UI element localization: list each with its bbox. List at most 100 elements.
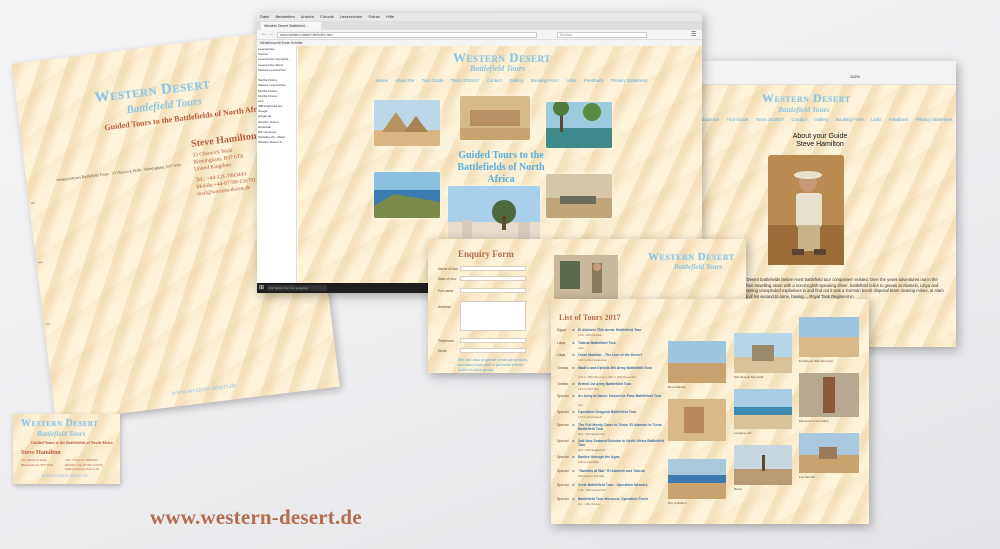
nav-gallery[interactable]: Gallery <box>509 78 523 83</box>
about-nav: About Me Tour Guide Tours 2016/17 Contac… <box>700 117 956 122</box>
guide-photo <box>768 155 844 265</box>
nav-contact[interactable]: Contact <box>791 117 807 122</box>
enquiry-brand-subtitle: Battlefield Tours <box>674 263 723 271</box>
tours-list-page: List of Tours 2017 Egypt ► El Alamein 75t… <box>551 299 869 524</box>
zoom-level[interactable]: 110% <box>850 74 860 79</box>
nav-tours[interactable]: Tours 2016/17 <box>756 117 785 122</box>
gallery-photo[interactable] <box>799 373 859 417</box>
nav-privacy[interactable]: Privacy Statement <box>916 117 953 122</box>
menu-hilfe[interactable]: Hilfe <box>386 14 394 19</box>
arrow-icon: ► <box>572 497 576 501</box>
nav-booking[interactable]: Booking Form <box>531 78 559 83</box>
menu-datei[interactable]: Datei <box>260 14 269 19</box>
tab-bar: Western Desert Battlefield... <box>257 21 702 30</box>
label-address: Address <box>438 305 451 309</box>
menu-ansicht[interactable]: Ansicht <box>301 14 314 19</box>
website-caption: www.western-desert.de <box>150 505 362 529</box>
arrow-icon: ► <box>572 439 576 443</box>
tour-name-field[interactable] <box>460 266 526 271</box>
tab-western-desert[interactable]: Western Desert Battlefield... <box>261 22 321 30</box>
nav-tour-guide[interactable]: Tour Guide <box>726 117 748 122</box>
menu-bearbeiten[interactable]: Bearbeiten <box>275 14 294 19</box>
pyramids-photo[interactable] <box>374 100 440 146</box>
bookmark-sidebar: Lesezeichen Suchen Lesezeichen-Symbolle.… <box>257 46 297 283</box>
label-full-name: Full name <box>438 289 454 293</box>
menu-icon[interactable]: ☰ <box>691 31 696 38</box>
nav-about-me[interactable]: About Me <box>700 117 719 122</box>
nav-privacy[interactable]: Privacy Statement <box>611 78 648 83</box>
home-brand-subtitle: Battlefield Tours <box>470 64 526 73</box>
menu-extras[interactable]: Extras <box>368 14 379 19</box>
full-name-field[interactable] <box>460 288 526 293</box>
address-bar[interactable]: www.western-desert.de/index.htm <box>277 32 537 38</box>
oasis-photo[interactable] <box>546 102 612 148</box>
taskbar-search[interactable]: Zur Suche Text hier eingeben <box>267 285 327 291</box>
gallery-caption: Memorial to the Fallen <box>799 419 829 423</box>
home-heading: Guided Tours to the Battlefields of Nort… <box>457 150 545 185</box>
gallery-caption: Longstop Hill <box>734 431 752 435</box>
nav-links[interactable]: Links <box>566 78 577 83</box>
guide-at-memorial-photo <box>554 255 618 301</box>
arrow-icon: ► <box>572 423 576 427</box>
search-input[interactable]: Suchen <box>557 32 647 38</box>
gallery-photo[interactable] <box>734 389 792 429</box>
coast-photo[interactable] <box>374 172 440 218</box>
card-subtitle: Battlefield Tours <box>37 430 86 438</box>
home-nav: Home About Me Tour Guide Tours 2016/17 C… <box>376 78 653 83</box>
arrow-icon: ► <box>572 410 576 414</box>
gallery-photo[interactable] <box>734 333 792 373</box>
label-tour-name: Name of tour <box>438 267 459 271</box>
arrow-icon: ► <box>572 341 576 345</box>
label-email: Email <box>438 349 447 353</box>
arrow-icon: ► <box>572 455 576 459</box>
fort-photo[interactable] <box>460 96 530 140</box>
nav-links[interactable]: Links <box>871 117 882 122</box>
about-brand-title: Western Desert <box>762 91 851 105</box>
tank-photo[interactable] <box>546 174 612 218</box>
card-tagline: Guided Tours to the Battlefields of Nort… <box>31 440 113 445</box>
fold-marks <box>12 29 296 325</box>
email-field[interactable] <box>460 348 526 353</box>
card-website: www.western-desert.de <box>41 474 88 479</box>
back-icon[interactable]: ← <box>261 31 267 37</box>
menu-chronik[interactable]: Chronik <box>320 14 334 19</box>
gallery-photo[interactable] <box>734 445 792 485</box>
arrow-icon: ► <box>572 366 576 370</box>
nav-contact[interactable]: Contact <box>486 78 502 83</box>
gallery-photo[interactable] <box>668 399 726 441</box>
nav-booking[interactable]: Booking Form <box>836 117 864 122</box>
letterhead-website: www.western-desert.de <box>170 381 237 398</box>
nav-about-me[interactable]: About Me <box>395 78 414 83</box>
nav-home[interactable]: Home <box>376 78 388 83</box>
menu-bar: Datei Bearbeiten Ansicht Chronik Lesezei… <box>257 13 702 21</box>
nav-tours[interactable]: Tours 2016/17 <box>451 78 480 83</box>
card-address: 33 Chiswick Walk Birmingham, B37 6TA <box>21 458 54 467</box>
menu-lesezeichen[interactable]: Lesezeichen <box>340 14 362 19</box>
card-title: Western Desert <box>21 418 99 429</box>
enquiry-note: We can also organise small party tours, … <box>458 357 528 372</box>
arrow-icon: ► <box>572 483 576 487</box>
gallery-photo[interactable] <box>799 433 859 473</box>
tour-date-field[interactable] <box>460 276 526 281</box>
enquiry-brand-title: Western Desert <box>648 251 735 263</box>
nav-feedback[interactable]: Feedback <box>889 117 909 122</box>
gallery-photo[interactable] <box>799 317 859 357</box>
gallery-photo[interactable] <box>668 341 726 383</box>
forward-icon[interactable]: → <box>268 31 274 37</box>
nav-feedback[interactable]: Feedback <box>584 78 604 83</box>
arrow-icon: ► <box>572 353 576 357</box>
enquiry-title: Enquiry Form <box>458 249 514 259</box>
nav-tour-guide[interactable]: Tour Guide <box>421 78 443 83</box>
letterhead-address: 33 Chiswick Walk Birmingham, B37 6TA Uni… <box>192 147 257 198</box>
address-field[interactable] <box>460 301 526 331</box>
label-telephone: Telephone <box>438 339 455 343</box>
arrow-icon: ► <box>572 394 576 398</box>
gallery-photo[interactable] <box>668 459 726 499</box>
windows-start-icon[interactable]: ⊞ <box>259 284 264 291</box>
about-heading: About your Guide Steve Hamilton <box>792 133 848 148</box>
arrow-icon: ► <box>572 382 576 386</box>
nav-gallery[interactable]: Gallery <box>814 117 828 122</box>
telephone-field[interactable] <box>460 338 526 343</box>
letterhead-sender-line: Western Desert Battlefield Tours · 33 Ch… <box>56 162 182 183</box>
sidebar-item[interactable]: Western Desert S... <box>258 140 295 145</box>
